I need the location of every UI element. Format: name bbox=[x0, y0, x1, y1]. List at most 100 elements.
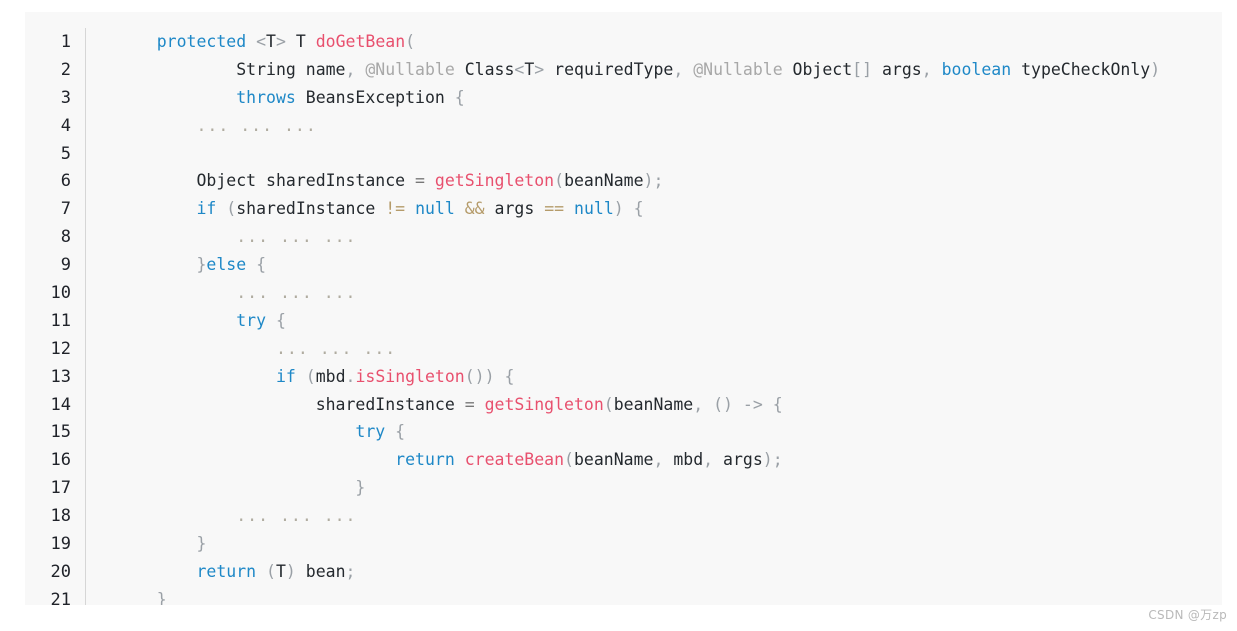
code-token-op: && bbox=[464, 199, 485, 219]
line-number: 11 bbox=[50, 310, 71, 331]
code-token-eq: = bbox=[415, 171, 425, 191]
code-line[interactable]: 21 } bbox=[25, 585, 1222, 605]
code-token-fn: createBean bbox=[464, 450, 565, 470]
code-line-text[interactable]: String name, @Nullable Class<T> required… bbox=[86, 56, 1222, 84]
line-number: 5 bbox=[60, 143, 71, 164]
code-token-txt: Object bbox=[782, 59, 853, 79]
code-token-dots: ... ... ... bbox=[275, 338, 397, 358]
code-line[interactable]: 8 ... ... ... bbox=[25, 223, 1222, 252]
code-token-txt: Object sharedInstance bbox=[196, 171, 416, 191]
code-token-pun: ); bbox=[643, 171, 664, 191]
code-line[interactable]: 6 Object sharedInstance = getSingleton(b… bbox=[25, 167, 1222, 196]
code-line[interactable]: 4 ... ... ... bbox=[25, 111, 1222, 140]
code-line-text[interactable]: sharedInstance = getSingleton(beanName, … bbox=[86, 391, 1222, 419]
code-line[interactable]: 15 try { bbox=[25, 418, 1222, 447]
code-line[interactable]: 9 }else { bbox=[25, 251, 1222, 280]
code-line-text[interactable]: ... ... ... bbox=[86, 112, 1222, 140]
code-line-text[interactable]: try { bbox=[86, 307, 1222, 335]
code-line[interactable]: 14 sharedInstance = getSingleton(beanNam… bbox=[25, 390, 1222, 419]
code-line-text[interactable]: return (T) bean; bbox=[86, 558, 1222, 586]
code-line[interactable]: 19 } bbox=[25, 530, 1222, 558]
code-token-pun: , () -> { bbox=[693, 394, 783, 414]
code-token-pun: } bbox=[196, 255, 207, 275]
line-number: 14 bbox=[50, 394, 71, 415]
code-line[interactable]: 16 return createBean(beanName, mbd, args… bbox=[25, 446, 1222, 475]
code-line[interactable]: 2 String name, @Nullable Class<T> requir… bbox=[25, 55, 1222, 84]
code-token-pun: } bbox=[196, 534, 207, 554]
code-token-txt: T bbox=[524, 59, 535, 79]
code-token-txt: beanName bbox=[613, 394, 694, 414]
code-line[interactable]: 7 if (sharedInstance != null && args == … bbox=[25, 195, 1222, 224]
code-line[interactable]: 3 throws BeansException { bbox=[25, 83, 1222, 112]
code-line-text[interactable]: ... ... ... bbox=[86, 223, 1222, 251]
code-line-text[interactable]: return createBean(beanName, mbd, args); bbox=[86, 446, 1222, 474]
code-token-pun: } bbox=[355, 478, 366, 498]
code-token-pun: { bbox=[395, 422, 406, 442]
code-line-text[interactable]: } bbox=[86, 586, 1222, 605]
line-number: 6 bbox=[60, 171, 71, 192]
code-line-text[interactable]: } bbox=[86, 474, 1222, 502]
code-token-txt: typeCheckOnly bbox=[1011, 59, 1151, 79]
line-number: 18 bbox=[50, 506, 71, 527]
code-line-text[interactable]: } bbox=[86, 530, 1222, 558]
code-token-kw: return bbox=[395, 450, 455, 470]
code-line-text[interactable]: throws BeansException { bbox=[86, 84, 1222, 112]
code-line[interactable]: 11 try { bbox=[25, 306, 1222, 335]
code-token-txt: T bbox=[285, 32, 316, 51]
code-line-text[interactable] bbox=[86, 140, 1222, 168]
code-line[interactable]: 13 if (mbd.isSingleton()) { bbox=[25, 362, 1222, 391]
code-line-text[interactable]: ... ... ... bbox=[86, 502, 1222, 530]
code-line-text[interactable]: if (mbd.isSingleton()) { bbox=[86, 363, 1222, 391]
code-token-dots: ... ... ... bbox=[236, 506, 357, 526]
code-block[interactable]: 1 protected <T> T doGetBean(2 String nam… bbox=[25, 12, 1222, 605]
code-line[interactable]: 1 protected <T> T doGetBean( bbox=[25, 28, 1222, 56]
code-token-pun: ); bbox=[762, 450, 783, 470]
code-line-text[interactable]: ... ... ... bbox=[86, 335, 1222, 363]
code-line[interactable]: 12 ... ... ... bbox=[25, 334, 1222, 363]
code-line-text[interactable]: }else { bbox=[86, 251, 1222, 279]
code-token-op: != bbox=[385, 199, 406, 219]
code-line[interactable]: 20 return (T) bean; bbox=[25, 557, 1222, 586]
line-number: 17 bbox=[50, 478, 71, 499]
code-line-text[interactable]: Object sharedInstance = getSingleton(bea… bbox=[86, 167, 1222, 195]
code-line[interactable]: 5 bbox=[25, 139, 1222, 168]
code-token-pun: ( bbox=[266, 561, 276, 581]
code-token-pun: ( bbox=[226, 199, 237, 219]
code-token-eq: = bbox=[464, 394, 475, 414]
code-token-fn: getSingleton bbox=[434, 171, 555, 191]
code-line-text[interactable]: ... ... ... bbox=[86, 279, 1222, 307]
code-token-txt: T bbox=[275, 561, 286, 581]
line-number: 8 bbox=[60, 227, 71, 248]
code-line[interactable]: 10 ... ... ... bbox=[25, 279, 1222, 307]
code-token-txt: String name bbox=[236, 59, 346, 79]
line-number: 20 bbox=[50, 561, 71, 582]
code-line-text[interactable]: if (sharedInstance != null && args == nu… bbox=[86, 195, 1222, 223]
code-token-txt: beanName bbox=[564, 171, 644, 191]
code-token-txt: args bbox=[484, 199, 545, 219]
code-token-fn: doGetBean bbox=[315, 32, 406, 51]
code-token-pun: { bbox=[275, 310, 286, 330]
code-token-kw: return bbox=[196, 561, 257, 581]
code-line[interactable]: 18 ... ... ... bbox=[25, 502, 1222, 531]
code-line[interactable]: 17 } bbox=[25, 474, 1222, 503]
code-line-text[interactable]: try { bbox=[86, 418, 1222, 446]
code-token-txt: requiredType bbox=[544, 59, 674, 79]
code-line-text[interactable]: protected <T> T doGetBean( bbox=[86, 28, 1222, 56]
code-lines-container: 1 protected <T> T doGetBean(2 String nam… bbox=[25, 12, 1222, 605]
line-number: 13 bbox=[50, 366, 71, 387]
